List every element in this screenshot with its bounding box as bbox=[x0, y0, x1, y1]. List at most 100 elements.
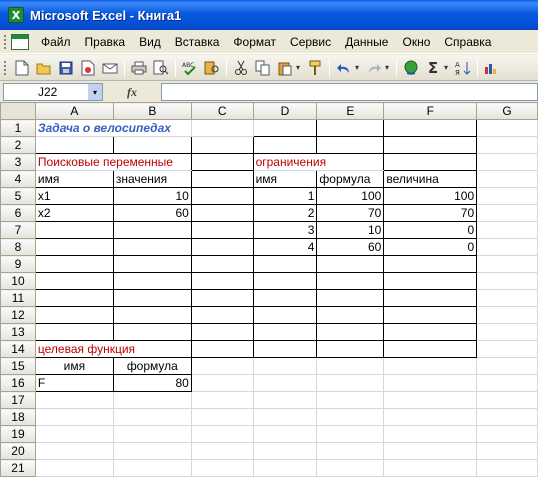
row-header[interactable]: 12 bbox=[0, 306, 36, 324]
menu-tools[interactable]: Сервис bbox=[284, 35, 339, 49]
row-header[interactable]: 15 bbox=[0, 357, 36, 375]
autosum-icon[interactable]: Σ bbox=[423, 58, 443, 78]
cell[interactable] bbox=[476, 221, 538, 239]
cell[interactable] bbox=[383, 272, 478, 290]
column-header-d[interactable]: D bbox=[252, 102, 318, 120]
cell[interactable] bbox=[383, 374, 478, 392]
chevron-down-icon[interactable]: ▾ bbox=[385, 63, 393, 72]
cell[interactable]: 0 bbox=[383, 221, 478, 239]
row-header[interactable]: 10 bbox=[0, 272, 36, 290]
row-header[interactable]: 5 bbox=[0, 187, 36, 205]
cell[interactable] bbox=[316, 391, 385, 409]
row-header[interactable]: 3 bbox=[0, 153, 36, 171]
email-icon[interactable] bbox=[100, 58, 120, 78]
fx-icon[interactable]: fx bbox=[103, 85, 161, 100]
cell[interactable] bbox=[34, 221, 114, 239]
cell[interactable] bbox=[112, 425, 192, 443]
cell[interactable] bbox=[383, 425, 478, 443]
cell[interactable] bbox=[252, 425, 318, 443]
row-header[interactable]: 8 bbox=[0, 238, 36, 256]
menu-view[interactable]: Вид bbox=[133, 35, 169, 49]
cell[interactable] bbox=[190, 391, 254, 409]
cell[interactable] bbox=[316, 289, 385, 307]
cell[interactable] bbox=[190, 221, 254, 239]
row-header[interactable]: 7 bbox=[0, 221, 36, 239]
cell[interactable] bbox=[476, 323, 538, 341]
formula-input[interactable] bbox=[161, 83, 538, 101]
cell[interactable] bbox=[383, 391, 478, 409]
cell[interactable]: 100 bbox=[316, 187, 385, 205]
cell[interactable] bbox=[316, 340, 385, 358]
cell[interactable]: величина bbox=[383, 170, 478, 188]
cell[interactable] bbox=[34, 238, 114, 256]
cell[interactable] bbox=[383, 136, 478, 154]
cell[interactable] bbox=[190, 289, 254, 307]
cell[interactable] bbox=[252, 323, 318, 341]
menu-file[interactable]: Файл bbox=[35, 35, 79, 49]
cell[interactable]: значения bbox=[112, 170, 192, 188]
cell[interactable] bbox=[112, 289, 192, 307]
spelling-icon[interactable]: ABC bbox=[180, 58, 200, 78]
cell[interactable] bbox=[476, 153, 538, 171]
cell[interactable] bbox=[190, 204, 254, 222]
cell[interactable] bbox=[190, 374, 254, 392]
column-header-f[interactable]: F bbox=[383, 102, 478, 120]
cell[interactable] bbox=[316, 306, 385, 324]
row-header[interactable]: 11 bbox=[0, 289, 36, 307]
cell[interactable] bbox=[34, 255, 114, 273]
row-header[interactable]: 13 bbox=[0, 323, 36, 341]
new-icon[interactable] bbox=[12, 58, 32, 78]
cell[interactable] bbox=[190, 187, 254, 205]
cell[interactable] bbox=[112, 272, 192, 290]
cell[interactable] bbox=[476, 119, 538, 137]
cell[interactable] bbox=[383, 289, 478, 307]
chevron-down-icon[interactable]: ▾ bbox=[444, 63, 452, 72]
cell[interactable] bbox=[190, 442, 254, 460]
cell[interactable]: 10 bbox=[316, 221, 385, 239]
cell[interactable] bbox=[476, 272, 538, 290]
column-header-e[interactable]: E bbox=[316, 102, 385, 120]
chevron-down-icon[interactable]: ▾ bbox=[88, 84, 102, 100]
cell[interactable] bbox=[476, 136, 538, 154]
chart-wizard-icon[interactable] bbox=[482, 58, 502, 78]
cell[interactable] bbox=[383, 442, 478, 460]
cell[interactable] bbox=[476, 425, 538, 443]
cell[interactable]: F bbox=[34, 374, 114, 392]
cell[interactable] bbox=[112, 221, 192, 239]
cell[interactable] bbox=[112, 459, 192, 477]
cell[interactable]: x1 bbox=[34, 187, 114, 205]
row-header[interactable]: 9 bbox=[0, 255, 36, 273]
cell[interactable] bbox=[252, 374, 318, 392]
cell[interactable] bbox=[190, 425, 254, 443]
cell[interactable] bbox=[34, 459, 114, 477]
column-header-g[interactable]: G bbox=[476, 102, 538, 120]
paste-icon[interactable] bbox=[275, 58, 295, 78]
save-icon[interactable] bbox=[56, 58, 76, 78]
cell[interactable] bbox=[383, 408, 478, 426]
cell[interactable] bbox=[476, 170, 538, 188]
cell[interactable] bbox=[476, 357, 538, 375]
cell[interactable] bbox=[252, 459, 318, 477]
cell[interactable]: имя bbox=[34, 357, 114, 375]
cell[interactable] bbox=[383, 119, 478, 137]
cell[interactable] bbox=[112, 408, 192, 426]
cell[interactable] bbox=[383, 340, 478, 358]
cell[interactable] bbox=[252, 340, 318, 358]
cell[interactable] bbox=[383, 153, 478, 171]
cell[interactable]: 2 bbox=[252, 204, 318, 222]
column-header-a[interactable]: A bbox=[34, 102, 114, 120]
cell[interactable]: формула bbox=[316, 170, 385, 188]
cell[interactable] bbox=[190, 255, 254, 273]
cell[interactable] bbox=[316, 442, 385, 460]
cell[interactable]: 10 bbox=[112, 187, 192, 205]
cell[interactable] bbox=[476, 238, 538, 256]
cell[interactable] bbox=[190, 323, 254, 341]
cell[interactable] bbox=[190, 340, 254, 358]
cell[interactable]: формула bbox=[112, 357, 192, 375]
row-header[interactable]: 14 bbox=[0, 340, 36, 358]
cell[interactable]: x2 bbox=[34, 204, 114, 222]
copy-icon[interactable] bbox=[253, 58, 273, 78]
sort-asc-icon[interactable]: AЯ bbox=[453, 58, 473, 78]
cell[interactable] bbox=[476, 306, 538, 324]
cell[interactable] bbox=[252, 408, 318, 426]
